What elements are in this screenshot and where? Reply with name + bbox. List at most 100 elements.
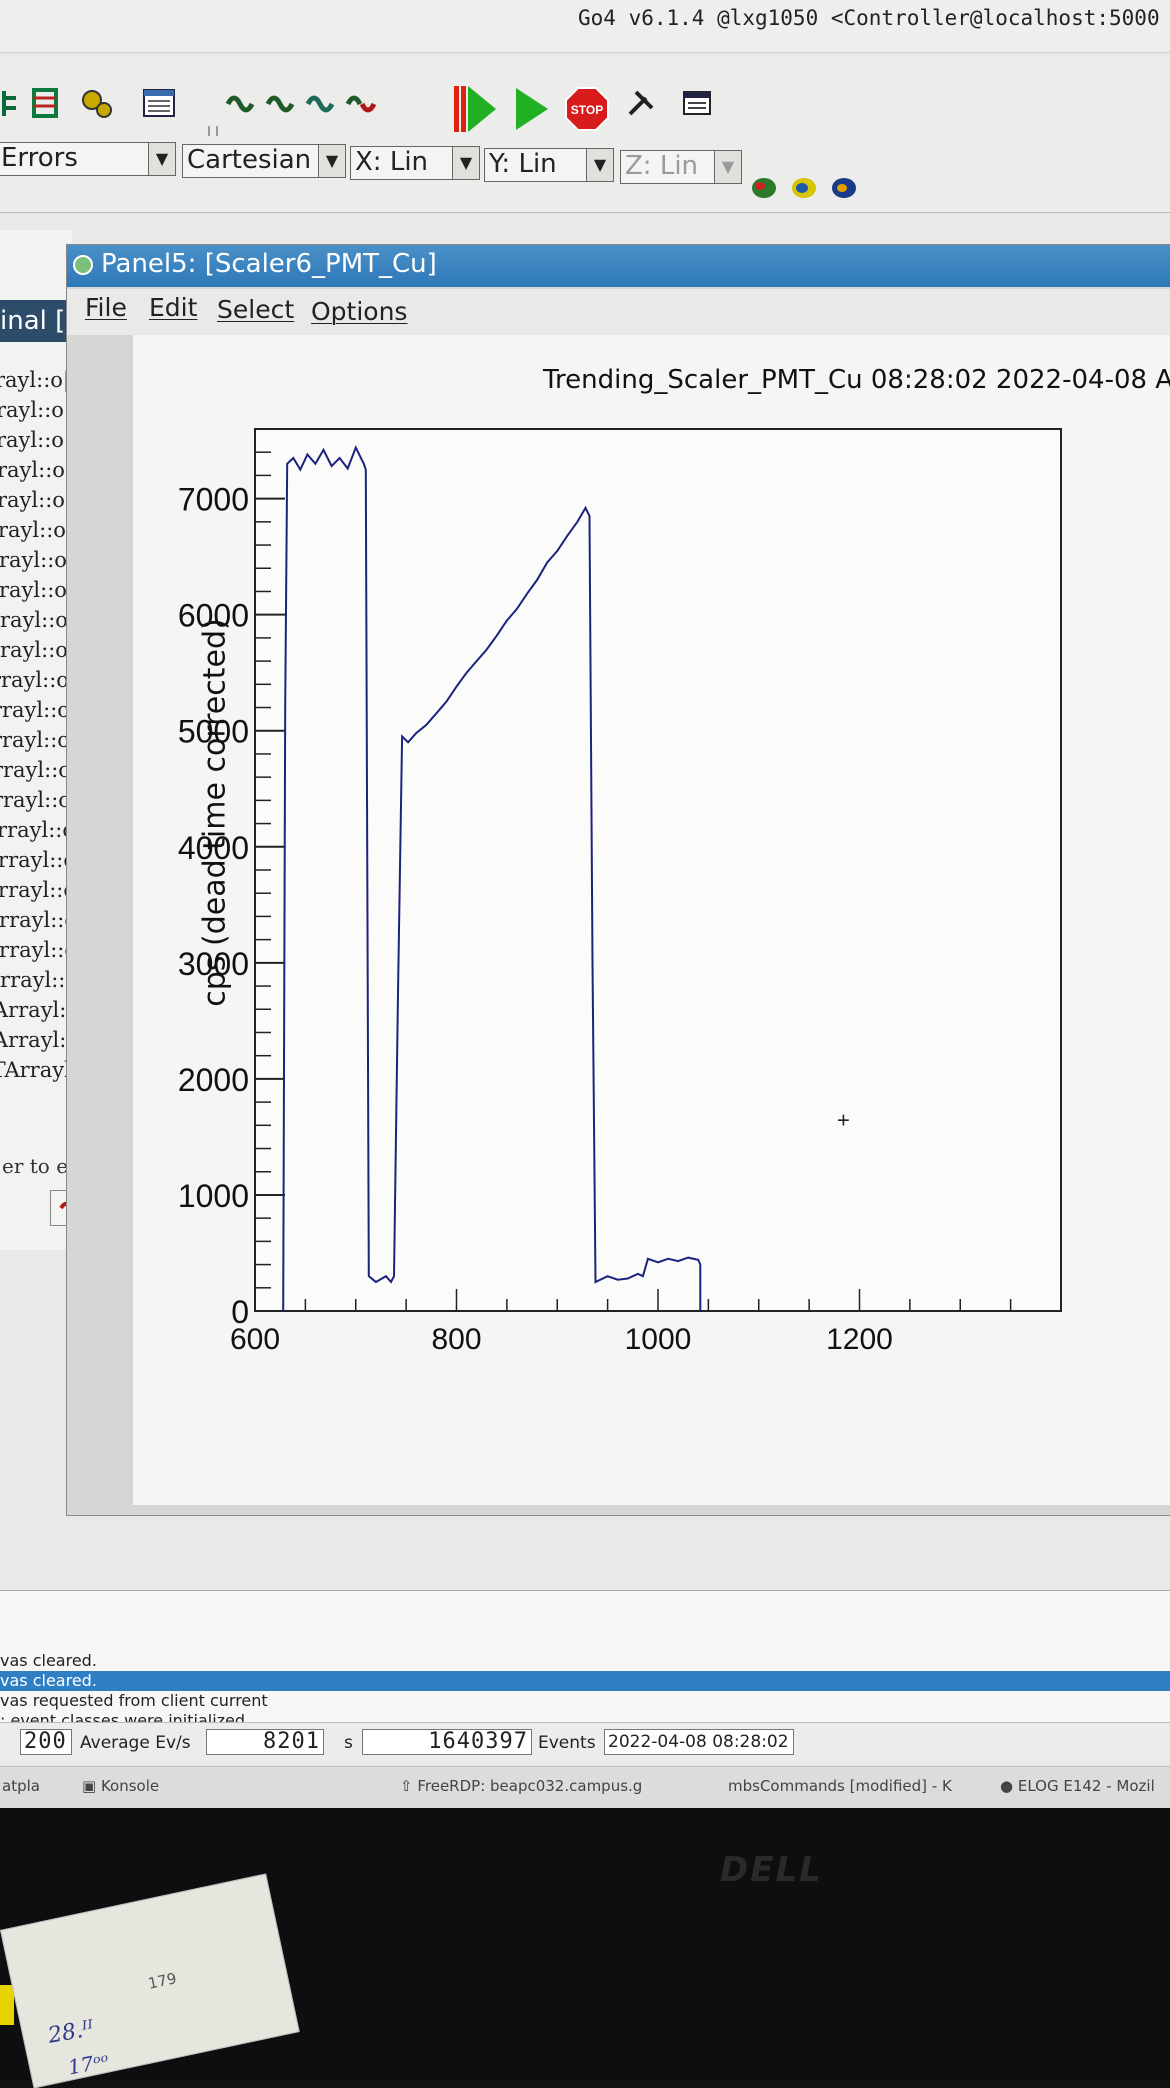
x-axis-tick-labels: 600 800 1000 1200 xyxy=(230,1323,893,1356)
monitor-brand-logo: DELL xyxy=(720,1850,823,1890)
color-palette-icon-3[interactable] xyxy=(830,176,858,200)
task-elog-label: ELOG E142 - Mozil xyxy=(1017,1777,1155,1795)
task-elog[interactable]: ● ELOG E142 - Mozil xyxy=(1000,1777,1155,1795)
browser-header: inal [p xyxy=(0,300,68,342)
sticky-note-tab xyxy=(0,1985,14,2025)
menu-edit[interactable]: Edit xyxy=(149,293,197,322)
stop-icon-label: STOP xyxy=(571,103,603,117)
log-line[interactable]: vas requested from client current xyxy=(0,1691,268,1711)
chevron-down-icon: ▼ xyxy=(148,143,175,175)
y-tick-label: 7000 xyxy=(178,482,249,518)
connect-icon[interactable] xyxy=(224,86,258,120)
x-tick-label: 1000 xyxy=(625,1323,692,1356)
tree-item[interactable]: rayl::o| xyxy=(0,488,72,512)
color-palette-icon[interactable] xyxy=(750,176,778,200)
connect-icon-2[interactable] xyxy=(264,86,298,120)
errors-select-value: Errors xyxy=(1,143,78,173)
task-konsole[interactable]: ▣ Konsole xyxy=(82,1777,159,1795)
y-axis-tick-labels: 01000200030004000500060007000 xyxy=(178,482,249,1330)
main-toolbar: STOP xyxy=(0,56,1170,174)
chevron-down-icon: ▼ xyxy=(318,145,345,177)
connect-icon-3[interactable] xyxy=(304,86,338,120)
x-tick-label: 600 xyxy=(230,1323,280,1356)
ladder-icon[interactable] xyxy=(28,86,62,120)
y-scale-select-value: Y: Lin xyxy=(489,149,557,179)
y-tick-label: 3000 xyxy=(178,946,249,982)
task-atpla[interactable]: atpla xyxy=(2,1777,40,1795)
chevron-down-icon: ▼ xyxy=(452,147,479,179)
x-scale-select[interactable]: X: Lin ▼ xyxy=(350,146,480,180)
window-titlebar: Go4 v6.1.4 @lxg1050 <Controller@localhos… xyxy=(0,0,1170,53)
tree-item[interactable]: rayl::o| xyxy=(0,368,70,392)
rate-label: Average Ev/s xyxy=(80,1733,191,1753)
crosshair-marker: + xyxy=(837,1108,850,1133)
coordinates-select[interactable]: Cartesian ▼ xyxy=(182,144,346,178)
time-unit-label: s xyxy=(344,1733,353,1753)
panel-app-icon xyxy=(73,255,93,275)
menu-select[interactable]: Select xyxy=(217,295,294,324)
x-tick-label: 800 xyxy=(431,1323,481,1356)
rate-display: 200 xyxy=(20,1729,72,1755)
menu-file[interactable]: File xyxy=(85,293,127,322)
status-bar: 200 Average Ev/s 8201 s 1640397 Events 2… xyxy=(0,1722,1170,1761)
events-display: 1640397 xyxy=(362,1729,532,1755)
datetime-display: 2022-04-08 08:28:02 xyxy=(604,1729,794,1755)
task-freerdp-label: FreeRDP: beapc032.campus.g xyxy=(417,1777,643,1795)
tree-icon[interactable] xyxy=(0,86,28,120)
taskbar: atpla ▣ Konsole ⇧ FreeRDP: beapc032.camp… xyxy=(0,1766,1170,1808)
menu-options[interactable]: Options xyxy=(311,297,407,326)
disconnect-icon[interactable] xyxy=(344,86,378,120)
x-tick-label: 1200 xyxy=(826,1323,893,1356)
y-tick-label: 2000 xyxy=(178,1062,249,1098)
color-palette-icon-2[interactable] xyxy=(790,176,818,200)
options-bar: Errors ▼ Cartesian ▼ X: Lin ▼ Y: Lin ▼ Z: Li… xyxy=(0,136,1170,213)
start-icon-green-red[interactable] xyxy=(452,84,498,134)
plot-frame xyxy=(254,428,1062,1312)
terminal-icon: ▣ xyxy=(82,1777,101,1795)
tree-item[interactable]: rrayl::o| xyxy=(0,548,74,572)
gears-icon[interactable] xyxy=(80,86,114,120)
tree-item[interactable]: rrayl::o| xyxy=(0,608,75,632)
rdp-icon: ⇧ xyxy=(400,1777,418,1795)
panel-window: Panel5: [Scaler6_PMT_Cu] File Edit Selec… xyxy=(66,244,1170,1516)
log-output[interactable]: vas cleared. vas cleared. vas requested fr… xyxy=(0,1590,1170,1750)
tree-item[interactable]: Arrayl::o| xyxy=(0,668,76,692)
tree-item[interactable]: rayl::o| xyxy=(0,458,72,482)
panel-title: Panel5: [Scaler6_PMT_Cu] xyxy=(101,249,437,279)
coordinates-select-value: Cartesian xyxy=(187,145,312,175)
tools-icon[interactable] xyxy=(624,86,658,120)
tree-item[interactable]: rrayl::o| xyxy=(0,638,75,662)
chevron-down-icon: ▼ xyxy=(714,151,741,183)
firefox-icon: ● xyxy=(1000,1777,1018,1795)
y-tick-label: 1000 xyxy=(178,1178,249,1214)
panel-titlebar[interactable]: Panel5: [Scaler6_PMT_Cu] xyxy=(67,245,1170,287)
log-line[interactable]: vas cleared. xyxy=(0,1651,97,1671)
histogram-canvas[interactable]: Trending_Scaler_PMT_Cu 08:28:02 2022-04-… xyxy=(133,335,1170,1505)
start-icon[interactable] xyxy=(514,86,550,132)
tree-item[interactable]: rayl::o| xyxy=(0,428,71,452)
chevron-down-icon: ▼ xyxy=(586,149,613,181)
task-freerdp[interactable]: ⇧ FreeRDP: beapc032.campus.g xyxy=(400,1777,642,1795)
z-scale-select-value: Z: Lin xyxy=(625,151,699,181)
time-display: 8201 xyxy=(206,1729,324,1755)
desktop-screen: Go4 v6.1.4 @lxg1050 <Controller@localhos… xyxy=(0,0,1170,1808)
z-scale-select[interactable]: Z: Lin ▼ xyxy=(620,150,742,184)
plot-area[interactable]: 01000200030004000500060007000 600 800 1000… xyxy=(133,335,1170,1505)
tree-item[interactable]: rrayl::o| xyxy=(0,578,74,602)
x-scale-select-value: X: Lin xyxy=(355,147,429,177)
y-scale-select[interactable]: Y: Lin ▼ xyxy=(484,148,614,182)
tree-item[interactable]: rayl::o| xyxy=(0,398,71,422)
stop-icon[interactable]: STOP xyxy=(564,86,610,132)
calendar-icon[interactable] xyxy=(680,86,714,120)
tree-item[interactable]: rayl::o| xyxy=(0,518,73,542)
log-line[interactable]: vas cleared. xyxy=(0,1671,1170,1691)
errors-select[interactable]: Errors ▼ xyxy=(0,142,176,176)
browser-icon[interactable] xyxy=(142,86,176,120)
panel-menubar: File Edit Select Options xyxy=(67,289,1170,335)
y-tick-label: 4000 xyxy=(178,830,249,866)
task-mbscommands[interactable]: mbsCommands [modified] - K xyxy=(728,1777,952,1795)
window-title: Go4 v6.1.4 @lxg1050 <Controller@localhos… xyxy=(578,6,1170,30)
y-tick-label: 6000 xyxy=(178,598,249,634)
task-konsole-label: Konsole xyxy=(100,1777,160,1795)
y-tick-label: 5000 xyxy=(178,714,249,750)
